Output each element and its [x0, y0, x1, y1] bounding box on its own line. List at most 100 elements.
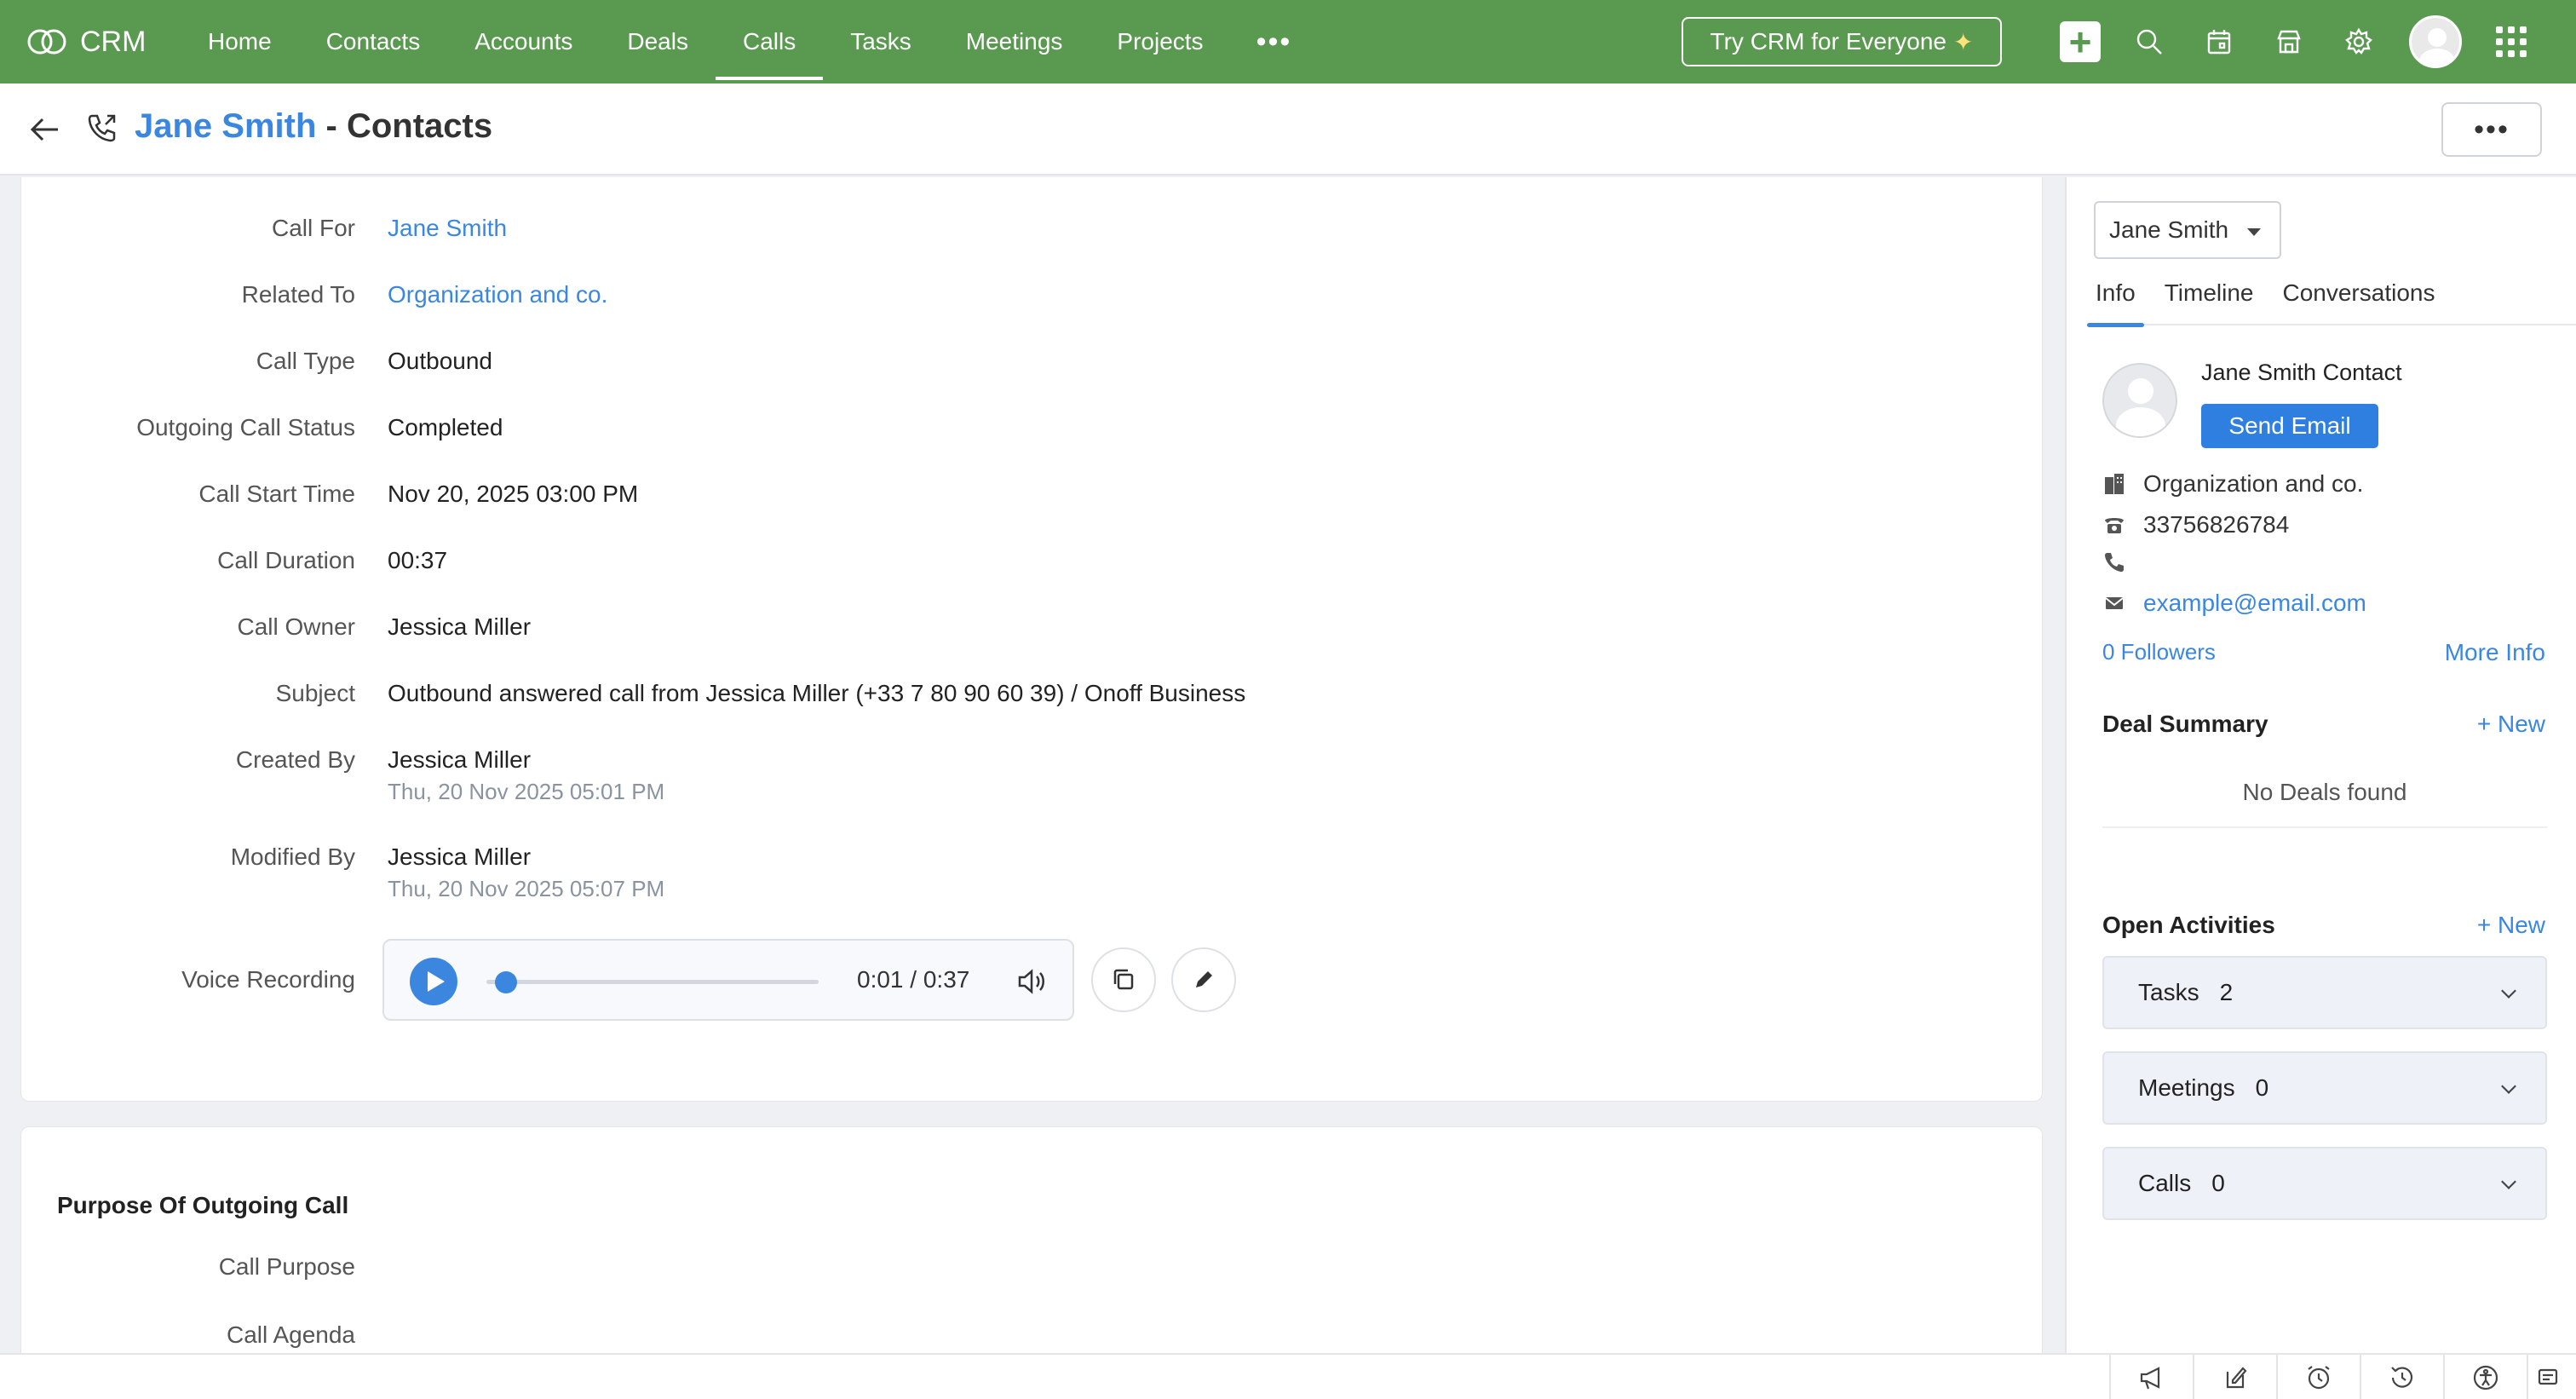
- send-email-button[interactable]: Send Email: [2201, 404, 2378, 448]
- purpose-section-title: Purpose Of Outgoing Call: [57, 1192, 349, 1218]
- mail-icon: [2105, 597, 2124, 609]
- outgoing-call-icon: [88, 114, 116, 142]
- related-to-link[interactable]: Organization and co.: [388, 281, 607, 308]
- history-icon[interactable]: [2360, 1355, 2443, 1399]
- activity-meetings[interactable]: Meetings 0: [2102, 1051, 2547, 1125]
- followers-link[interactable]: 0 Followers: [2102, 639, 2216, 665]
- phone-row: 33756826784: [2102, 511, 2289, 538]
- field-label: Modified By: [230, 843, 355, 870]
- tab-info[interactable]: Info: [2087, 279, 2144, 327]
- nav-meetings[interactable]: Meetings: [939, 0, 1090, 83]
- accessibility-icon[interactable]: [2443, 1355, 2527, 1399]
- playback-time: 0:01 / 0:37: [857, 966, 969, 993]
- field-value[interactable]: 00:37: [388, 547, 447, 574]
- user-avatar[interactable]: [2409, 15, 2462, 68]
- nav-deals[interactable]: Deals: [600, 0, 716, 83]
- building-icon: [2105, 474, 2124, 494]
- activity-tasks[interactable]: Tasks 2: [2102, 956, 2547, 1029]
- nav-home[interactable]: Home: [181, 0, 299, 83]
- total-time: 0:37: [923, 966, 970, 993]
- field-label: Subject: [275, 680, 355, 706]
- call-for-link[interactable]: Jane Smith: [388, 215, 507, 242]
- nav-accounts[interactable]: Accounts: [447, 0, 600, 83]
- email-link[interactable]: example@email.com: [2143, 590, 2366, 617]
- page-title: Jane Smith - Contacts: [135, 107, 492, 146]
- field-value[interactable]: Outbound answered call from Jessica Mill…: [388, 680, 1245, 707]
- apps-grid-icon[interactable]: [2496, 26, 2527, 57]
- try-crm-button[interactable]: Try CRM for Everyone ✦: [1682, 17, 2002, 66]
- contact-side-panel: Jane Smith Info Timeline Conversations J…: [2065, 177, 2576, 1353]
- activity-calls[interactable]: Calls 0: [2102, 1147, 2547, 1220]
- marketplace-icon[interactable]: [2268, 20, 2310, 63]
- purpose-card: Purpose Of Outgoing Call Call Purpose Ca…: [20, 1126, 2043, 1382]
- nav-projects[interactable]: Projects: [1090, 0, 1230, 83]
- search-icon[interactable]: [2128, 20, 2171, 63]
- activity-count: 0: [2211, 1170, 2225, 1196]
- call-details-card: Call For Jane Smith Related To Organizat…: [20, 177, 2043, 1102]
- chevron-down-icon: [2501, 1079, 2516, 1094]
- settings-gear-icon[interactable]: [2337, 20, 2380, 63]
- field-label: Call Type: [256, 348, 355, 374]
- chat-icon[interactable]: [2527, 1355, 2569, 1399]
- pencil-icon: [1196, 971, 1212, 987]
- open-activities-title: Open Activities: [2102, 912, 2275, 938]
- alarm-clock-icon[interactable]: [2276, 1355, 2360, 1399]
- calendar-icon[interactable]: [2198, 20, 2240, 63]
- side-panel-tabs: Info Timeline Conversations: [2087, 279, 2576, 327]
- field-label: Outgoing Call Status: [136, 414, 355, 440]
- nav-more-icon[interactable]: •••: [1231, 0, 1318, 83]
- new-activity-link[interactable]: + New: [2477, 912, 2545, 939]
- top-icon-group: +: [2060, 0, 2527, 83]
- more-info-link[interactable]: More Info: [2445, 639, 2545, 666]
- nav-tasks[interactable]: Tasks: [823, 0, 939, 83]
- back-arrow-icon[interactable]: [27, 112, 61, 147]
- chevron-down-icon: [2501, 1174, 2516, 1189]
- field-value: Jessica Miller: [388, 746, 532, 773]
- more-actions-button[interactable]: •••: [2441, 102, 2542, 157]
- account-row: Organization and co.: [2102, 470, 2363, 498]
- field-label: Voice Recording: [181, 966, 355, 993]
- volume-icon[interactable]: [1015, 964, 1049, 999]
- phone-number[interactable]: 33756826784: [2143, 511, 2289, 538]
- copy-button[interactable]: [1091, 947, 1156, 1012]
- field-label: Call Purpose: [218, 1253, 355, 1280]
- contact-avatar: [2102, 363, 2177, 438]
- tab-timeline[interactable]: Timeline: [2156, 279, 2263, 325]
- new-deal-link[interactable]: + New: [2477, 711, 2545, 738]
- modified-time: Thu, 20 Nov 2025 05:07 PM: [388, 876, 665, 901]
- seek-thumb[interactable]: [494, 971, 517, 993]
- crm-logo-icon: [27, 29, 66, 55]
- field-value[interactable]: Jessica Miller: [388, 613, 531, 641]
- field-label: Call For: [271, 215, 355, 241]
- contact-selector-value: Jane Smith: [2109, 216, 2229, 243]
- field-label: Call Start Time: [198, 481, 355, 507]
- nav-calls[interactable]: Calls: [715, 0, 824, 83]
- field-label: Created By: [235, 746, 355, 773]
- field-label: Call Agenda: [226, 1321, 355, 1348]
- field-value[interactable]: Completed: [388, 414, 503, 441]
- create-new-button[interactable]: +: [2060, 21, 2101, 62]
- contact-line: Jane Smith Contact: [2201, 360, 2402, 385]
- mobile-row: [2102, 550, 2143, 574]
- field-label: Call Duration: [217, 547, 355, 573]
- nav-contacts[interactable]: Contacts: [299, 0, 448, 83]
- contact-name-link[interactable]: Jane Smith: [135, 107, 316, 145]
- field-label: Related To: [241, 281, 355, 308]
- edit-button[interactable]: [1171, 947, 1236, 1012]
- bottom-icon-group: [2109, 1355, 2569, 1399]
- contact-selector[interactable]: Jane Smith: [2094, 201, 2281, 259]
- notes-icon[interactable]: [2193, 1355, 2276, 1399]
- created-time: Thu, 20 Nov 2025 05:01 PM: [388, 779, 665, 804]
- seek-track[interactable]: [486, 980, 819, 984]
- time-separator: /: [910, 966, 917, 993]
- copy-icon: [1113, 969, 1134, 990]
- announcement-icon[interactable]: [2109, 1355, 2193, 1399]
- field-value[interactable]: Outbound: [388, 348, 492, 375]
- audio-player: 0:01 / 0:37: [382, 939, 1074, 1021]
- field-value[interactable]: Nov 20, 2025 03:00 PM: [388, 481, 638, 508]
- tab-conversations[interactable]: Conversations: [2274, 279, 2443, 325]
- activity-count: 2: [2219, 979, 2234, 1005]
- top-nav-bar: CRM Home Contacts Accounts Deals Calls T…: [0, 0, 2576, 83]
- play-button[interactable]: [410, 958, 457, 1005]
- crm-logo[interactable]: CRM: [26, 26, 170, 59]
